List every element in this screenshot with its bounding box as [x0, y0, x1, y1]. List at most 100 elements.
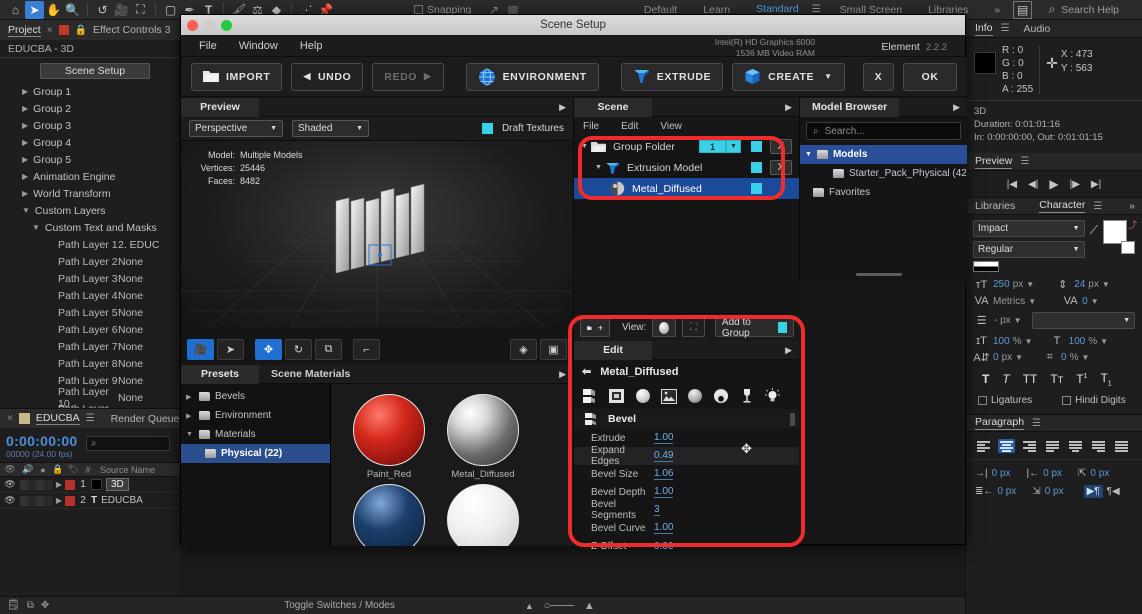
- path-layer-value[interactable]: None: [118, 341, 143, 353]
- anchor-point-icon[interactable]: ⛶: [131, 1, 150, 19]
- path-layer-row[interactable]: Path Layer 4 None: [0, 287, 180, 304]
- close-icon[interactable]: ×: [47, 25, 53, 36]
- scale-tool-icon[interactable]: ⧉: [315, 339, 342, 360]
- eye-icon[interactable]: 👁: [0, 495, 20, 506]
- material-sphere-icon[interactable]: [353, 484, 425, 546]
- panel-menu-icon[interactable]: ☰: [1093, 201, 1102, 212]
- next-frame-icon[interactable]: |▶: [1070, 179, 1080, 190]
- selection-icon[interactable]: ➤: [25, 0, 44, 19]
- move-tool-icon[interactable]: ✥: [255, 339, 282, 360]
- layer-name[interactable]: 3D: [106, 478, 129, 491]
- group-row-2[interactable]: ▶ Group 2: [0, 100, 180, 117]
- frame-blend-icon[interactable]: ⧉: [27, 600, 34, 611]
- browser-row-models[interactable]: ▼ Models: [800, 145, 967, 164]
- horizontal-scale-field[interactable]: 100% ▼: [1069, 336, 1109, 347]
- param-row-expand-edges[interactable]: Expand Edges 0.49: [574, 445, 799, 467]
- extrude-button[interactable]: EXTRUDE: [620, 62, 724, 91]
- scene-setup-toolbar[interactable]: IMPORT ◀ UNDO REDO ▶ ENVIRONMENT EXTRUDE: [181, 57, 967, 97]
- chevron-right-icon[interactable]: ▶: [186, 412, 194, 420]
- space-after-value[interactable]: 0 px: [1045, 486, 1064, 497]
- path-layer-row[interactable]: Path Layer 3 None: [0, 270, 180, 287]
- menu-help[interactable]: Help: [300, 40, 323, 52]
- indent-left-value[interactable]: 0 px: [992, 468, 1011, 479]
- preset-row-physical[interactable]: Physical (22): [181, 444, 330, 463]
- illumination-icon[interactable]: [763, 387, 782, 406]
- small-caps-icon[interactable]: TT: [1050, 372, 1063, 386]
- scene-row-group-folder[interactable]: ▼ Group Folder 1 ▼ X: [574, 136, 799, 157]
- param-value[interactable]: 1.00: [654, 486, 674, 498]
- tab-render-queue[interactable]: Render Queue: [111, 413, 180, 425]
- ltr-direction-button[interactable]: ▶¶: [1083, 485, 1103, 499]
- tab-edit[interactable]: Edit: [574, 340, 652, 360]
- motion-blur-icon[interactable]: ✥: [41, 600, 49, 611]
- chevron-right-icon[interactable]: ▶: [22, 189, 28, 198]
- tab-model-browser[interactable]: Model Browser: [800, 97, 900, 117]
- path-layer-row[interactable]: Path Layer 6 None: [0, 321, 180, 338]
- all-caps-icon[interactable]: TT: [1023, 372, 1038, 386]
- subscript-icon[interactable]: T1: [1100, 371, 1111, 387]
- tab-preview[interactable]: Preview: [975, 155, 1013, 169]
- cancel-button[interactable]: X: [862, 62, 895, 91]
- visibility-toggle[interactable]: [751, 141, 762, 152]
- scene-menu-bar[interactable]: File Edit View: [574, 117, 799, 136]
- label-color-swatch[interactable]: [65, 479, 75, 490]
- tsume-field[interactable]: 0% ▼: [1061, 352, 1089, 363]
- view-wireframe-button[interactable]: ⛶: [682, 318, 705, 337]
- label-color-swatch[interactable]: [65, 495, 75, 506]
- indent-first-line-value[interactable]: 0 px: [997, 486, 1016, 497]
- window-menu-bar[interactable]: File Window Help: [181, 35, 965, 57]
- glossy-icon[interactable]: [737, 387, 756, 406]
- timeline-tabs[interactable]: × EDUCBA ☰ Render Queue: [0, 409, 180, 428]
- group-row-world-transform[interactable]: ▶ World Transform: [0, 185, 180, 202]
- kerning-field[interactable]: Metrics ▼: [993, 296, 1036, 307]
- presets-tree[interactable]: ▶ Bevels ▶ Environment ▼ Materials Physical…: [181, 384, 331, 546]
- path-layer-row[interactable]: Path Layer 5 None: [0, 304, 180, 321]
- preset-row-environment[interactable]: ▶ Environment: [181, 406, 330, 425]
- prev-frame-icon[interactable]: ◀|: [1028, 179, 1038, 190]
- material-sphere-icon[interactable]: [353, 394, 425, 466]
- axis-tool-icon[interactable]: ⌐: [353, 339, 380, 360]
- close-icon[interactable]: ×: [7, 413, 13, 424]
- material-item[interactable]: [447, 484, 519, 546]
- texture-icon[interactable]: [659, 387, 678, 406]
- font-style-select[interactable]: Regular ▼: [973, 241, 1085, 258]
- material-grid[interactable]: Paint_Red Metal_Diffused: [331, 384, 573, 546]
- tab-preview-viewport[interactable]: Preview: [181, 97, 259, 117]
- layer-switch-blocks[interactable]: [20, 479, 53, 490]
- path-layer-value[interactable]: None: [118, 324, 143, 336]
- presets-tabbar[interactable]: Presets Scene Materials ▶: [181, 364, 573, 384]
- bevel-section-header[interactable]: Bevel: [574, 409, 799, 429]
- chevron-down-icon[interactable]: ▼: [1026, 280, 1034, 289]
- stroke-width-field[interactable]: - px ▼: [994, 315, 1022, 326]
- visibility-toggle[interactable]: [751, 162, 762, 173]
- chevron-right-icon[interactable]: ▶: [22, 87, 28, 96]
- model-browser-tabbar[interactable]: Model Browser ▶: [800, 97, 967, 117]
- preview-options-bar[interactable]: Perspective ▼ Shaded ▼ Draft Textures: [181, 117, 573, 141]
- preset-row-bevels[interactable]: ▶ Bevels: [181, 387, 330, 406]
- group-row-4[interactable]: ▶ Group 4: [0, 134, 180, 151]
- zoom-in-icon[interactable]: ▲: [584, 600, 595, 612]
- param-value[interactable]: 1.00: [654, 522, 674, 534]
- back-arrow-icon[interactable]: ⬅: [582, 365, 591, 378]
- chevron-right-icon[interactable]: ▶: [22, 121, 28, 130]
- eyedropper-icon[interactable]: ⟋: [1090, 220, 1098, 258]
- group-count-field[interactable]: 1: [699, 140, 726, 153]
- tab-paragraph[interactable]: Paragraph: [975, 416, 1025, 431]
- group-row-animation-engine[interactable]: ▶ Animation Engine: [0, 168, 180, 185]
- import-button[interactable]: IMPORT: [191, 62, 283, 91]
- chevron-down-icon[interactable]: ▼: [22, 206, 30, 215]
- workspace-layout-icon[interactable]: ▤: [1013, 0, 1033, 19]
- add-to-group-toggle[interactable]: [777, 322, 787, 333]
- preview-transport-controls[interactable]: |◀ ◀| ▶ |▶ ▶|: [966, 171, 1142, 197]
- viewport-toolbar[interactable]: 🎥 ➤ ✥ ↻ ⧉ ⌐ ◈ ▣: [181, 334, 573, 365]
- no-fill-swatch[interactable]: [973, 261, 999, 272]
- add-to-group-button[interactable]: Add to Group: [714, 317, 794, 339]
- rotate-tool-icon[interactable]: ↻: [285, 339, 312, 360]
- italic-icon[interactable]: T: [1002, 372, 1009, 386]
- swap-colors-icon[interactable]: ⤴: [1128, 218, 1137, 231]
- chevron-down-icon[interactable]: ▼: [578, 143, 591, 150]
- group-row-custom-layers[interactable]: ▼ Custom Layers: [0, 202, 180, 219]
- path-layer-value[interactable]: None: [118, 273, 143, 285]
- align-left-button[interactable]: [975, 439, 992, 453]
- justify-last-right-button[interactable]: [1090, 439, 1107, 453]
